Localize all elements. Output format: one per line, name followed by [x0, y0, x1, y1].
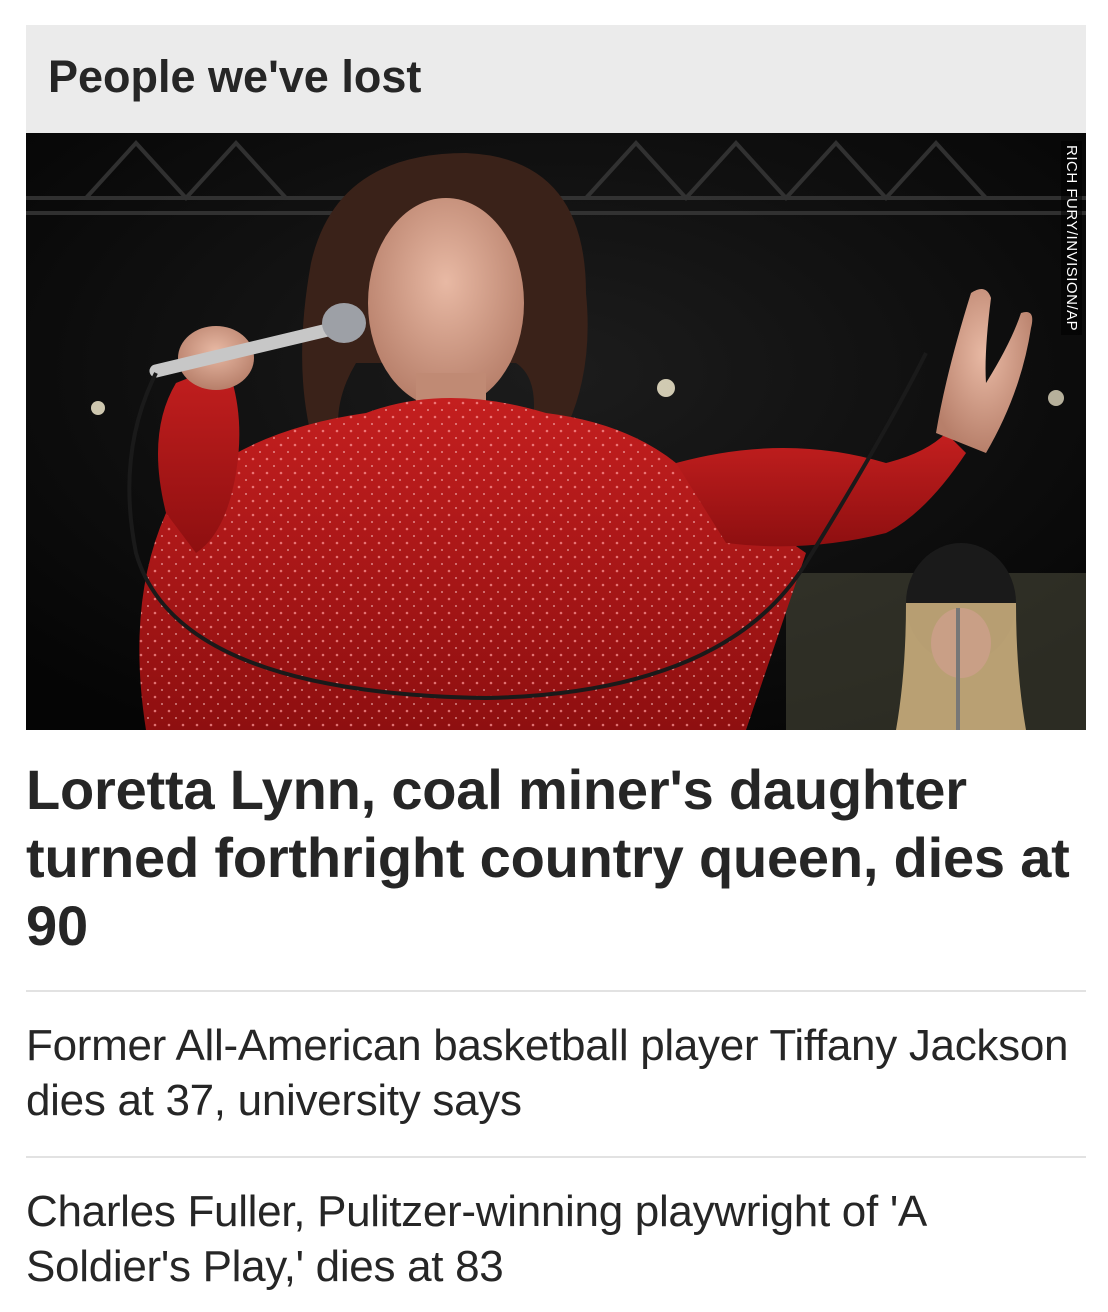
hero-photo — [26, 133, 1086, 730]
people-weve-lost-section: People we've lost RICH FURY/INVISION/AP … — [26, 25, 1086, 1294]
section-header: People we've lost — [26, 25, 1086, 133]
story-link[interactable]: Charles Fuller, Pulitzer-winning playwri… — [26, 1184, 1086, 1294]
lead-story-headline[interactable]: Loretta Lynn, coal miner's daughter turn… — [26, 756, 1086, 960]
story-divider — [26, 990, 1086, 992]
photo-credit: RICH FURY/INVISION/AP — [1061, 141, 1082, 336]
story-link[interactable]: Former All-American basketball player Ti… — [26, 1018, 1086, 1128]
section-title[interactable]: People we've lost — [48, 51, 421, 107]
story-divider — [26, 1156, 1086, 1158]
hero-image-link[interactable]: RICH FURY/INVISION/AP — [26, 133, 1086, 730]
